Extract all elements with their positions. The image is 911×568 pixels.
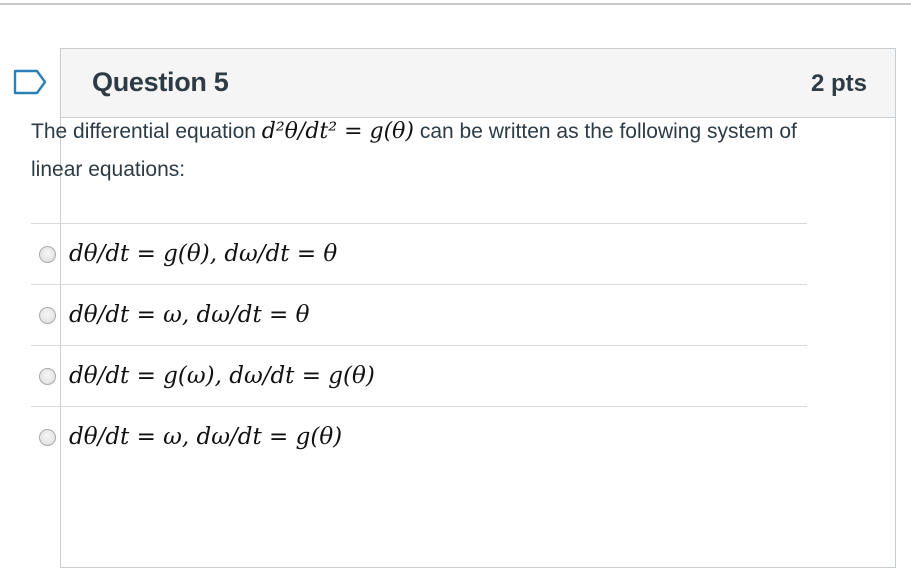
question-text-before: The differential equation	[31, 120, 262, 143]
answer-label[interactable]: dθ/dt = ω, dω/dt = g(θ)	[69, 424, 342, 450]
answer-option-4[interactable]: dθ/dt = ω, dω/dt = g(θ)	[31, 406, 807, 467]
radio-button[interactable]	[39, 245, 56, 263]
answer-label[interactable]: dθ/dt = ω, dω/dt = θ	[69, 302, 310, 328]
radio-button[interactable]	[39, 367, 56, 385]
radio-button[interactable]	[39, 428, 56, 446]
answer-label[interactable]: dθ/dt = g(ω), dω/dt = g(θ)	[69, 363, 375, 389]
question-title: Question 5	[92, 67, 229, 97]
answer-option-2[interactable]: dθ/dt = ω, dω/dt = θ	[31, 284, 807, 345]
radio-button[interactable]	[39, 306, 56, 324]
question-header: Question 5 2 pts	[61, 49, 895, 118]
answer-label[interactable]: dθ/dt = g(θ), dω/dt = θ	[69, 241, 337, 267]
question-points: 2 pts	[810, 70, 867, 97]
question-equation: d²θ/dt² = g(θ)	[261, 119, 414, 144]
top-divider	[0, 3, 911, 5]
answer-option-3[interactable]: dθ/dt = g(ω), dω/dt = g(θ)	[31, 345, 807, 406]
answer-option-1[interactable]: dθ/dt = g(θ), dω/dt = θ	[31, 223, 807, 284]
flag-question-icon[interactable]	[13, 69, 47, 95]
question-text: The differential equation d²θ/dt² = g(θ)…	[31, 113, 811, 189]
answer-list: dθ/dt = g(θ), dω/dt = θ dθ/dt = ω, dω/dt…	[31, 223, 807, 467]
